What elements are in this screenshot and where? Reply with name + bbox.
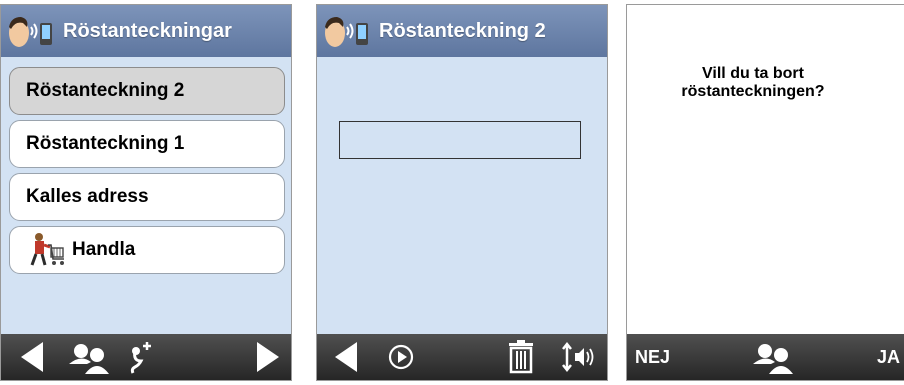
bottom-toolbar: NEJ JA xyxy=(627,334,904,380)
title-bar: Röstanteckning 2 xyxy=(317,5,607,57)
list-item-label: Röstanteckning 2 xyxy=(26,80,185,101)
voice-notes-app-icon xyxy=(9,17,52,47)
list-item-label: Röstanteckning 1 xyxy=(26,133,185,154)
trash-icon[interactable] xyxy=(507,340,535,374)
list-item-rostanteckning-1[interactable]: Röstanteckning 1 xyxy=(9,120,285,168)
title-bar: Röstanteckningar xyxy=(1,5,291,57)
list-item-rostanteckning-2[interactable]: Röstanteckning 2 xyxy=(9,67,285,115)
note-text-box[interactable] xyxy=(339,121,581,159)
volume-icon[interactable] xyxy=(561,342,597,372)
page-title: Röstanteckningar xyxy=(63,19,232,42)
screen-voice-notes-list: Röstanteckningar Röstanteckning 2 Röstan… xyxy=(0,4,292,381)
screen-delete-confirm-dialog: Vill du ta bort röstanteckningen? NEJ JA xyxy=(626,4,904,381)
play-icon[interactable] xyxy=(387,343,415,371)
screen-voice-note-detail: Röstanteckning 2 xyxy=(316,4,608,381)
arrow-right-icon[interactable] xyxy=(253,340,283,374)
bottom-toolbar xyxy=(1,334,291,380)
shopping-cart-person-icon xyxy=(30,233,64,266)
arrow-left-icon[interactable] xyxy=(17,340,47,374)
voice-notes-app-icon xyxy=(325,17,368,47)
no-button[interactable]: NEJ xyxy=(635,347,670,368)
list-item-label: Kalles adress xyxy=(26,186,149,207)
yes-button[interactable]: JA xyxy=(877,347,900,368)
dialog-message: Vill du ta bort röstanteckningen? xyxy=(653,65,853,101)
page-title: Röstanteckning 2 xyxy=(379,19,546,42)
contacts-icon[interactable] xyxy=(67,342,113,374)
dialog-message-line-2: röstanteckningen? xyxy=(681,83,825,100)
list-item-label: Handla xyxy=(72,239,136,260)
dialog-message-line-1: Vill du ta bort xyxy=(702,65,804,82)
contacts-icon[interactable] xyxy=(751,342,797,374)
list-item-handla[interactable]: Handla xyxy=(9,226,285,274)
microphone-add-icon[interactable] xyxy=(125,339,161,375)
bottom-toolbar xyxy=(317,334,607,380)
list-item-kalles-adress[interactable]: Kalles adress xyxy=(9,173,285,221)
arrow-left-icon[interactable] xyxy=(331,340,361,374)
